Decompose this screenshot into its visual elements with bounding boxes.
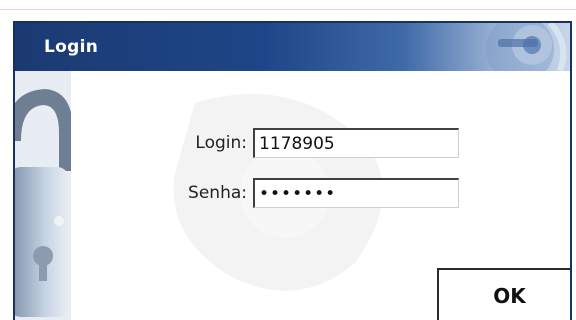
login-page: Login Login: 1178905 Senha: ••••••• OK	[0, 0, 576, 320]
password-input[interactable]	[253, 178, 459, 208]
password-row: Senha:	[151, 178, 459, 208]
login-input[interactable]	[253, 128, 459, 158]
login-row: Login:	[151, 128, 459, 158]
login-label: Login:	[195, 133, 247, 153]
dialog-title: Login	[44, 37, 99, 57]
padlock-icon	[15, 71, 71, 320]
login-dialog: Login Login: 1178905 Senha: ••••••• OK	[13, 21, 572, 320]
ok-button[interactable]: OK	[437, 268, 570, 320]
padlock-key-icon	[486, 23, 567, 71]
password-label: Senha:	[188, 183, 247, 203]
dialog-titlebar: Login	[15, 23, 570, 71]
top-divider	[0, 9, 576, 10]
